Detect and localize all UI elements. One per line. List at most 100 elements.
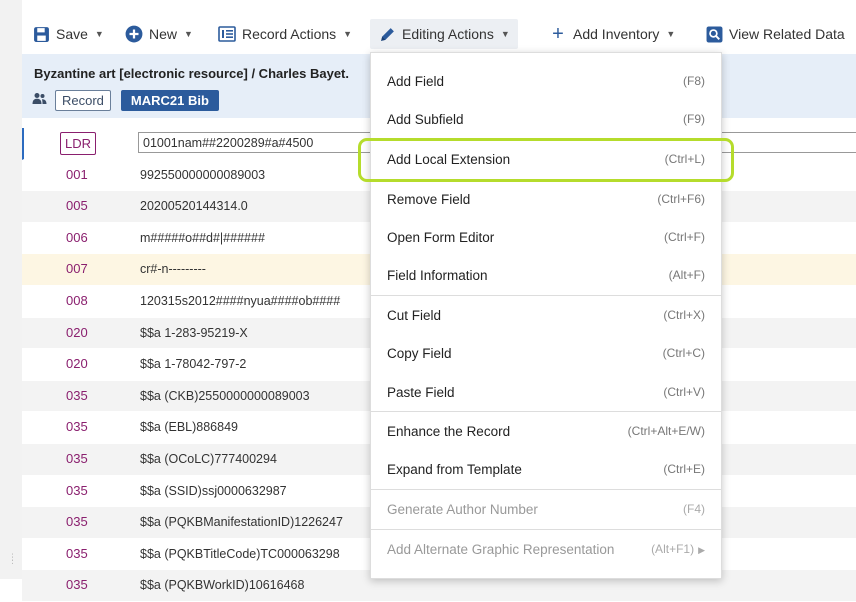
menu-item-label: Field Information <box>387 267 488 283</box>
record-list-icon <box>218 25 236 43</box>
field-value: 120315s2012####nyua####ob#### <box>140 293 341 308</box>
field-tag: 006 <box>66 229 88 245</box>
menu-item-shortcut: (Ctrl+V) <box>663 385 705 399</box>
menu-item-label: Copy Field <box>387 345 452 361</box>
plus-circle-icon <box>125 25 143 43</box>
menu-item-shortcut: (Alt+F1) <box>651 542 695 556</box>
view-related-data-label: View Related Data <box>729 26 845 42</box>
field-tag: 035 <box>66 419 88 435</box>
menu-item-label: Expand from Template <box>387 461 522 477</box>
editing-actions-button[interactable]: Editing Actions ▼ <box>370 19 518 49</box>
save-label: Save <box>56 26 88 42</box>
format-badge: MARC21 Bib <box>120 90 219 111</box>
menu-item-shortcut: (F8) <box>683 74 705 88</box>
menu-item-shortcut: (Ctrl+F6) <box>657 192 705 206</box>
field-value: $$a (CKB)2550000000089003 <box>140 388 310 403</box>
chevron-down-icon: ▼ <box>343 29 353 39</box>
field-value: 20200520144314.0 <box>140 199 248 214</box>
menu-item-label: Add Subfield <box>387 111 464 127</box>
menu-item-add-subfield[interactable]: Add Subfield (F9) <box>371 100 721 138</box>
record-badges: Record MARC21 Bib <box>32 90 219 111</box>
search-icon <box>705 25 723 43</box>
field-tag: 035 <box>66 577 88 593</box>
field-tag: 005 <box>66 198 88 214</box>
new-label: New <box>149 26 178 42</box>
field-tag: 035 <box>66 545 88 561</box>
menu-item-field-information[interactable]: Field Information (Alt+F) <box>371 256 721 294</box>
field-tag-input[interactable]: LDR <box>60 132 96 155</box>
menu-item-shortcut: (Ctrl+F) <box>664 230 705 244</box>
menu-item-shortcut: (Ctrl+L) <box>664 152 705 166</box>
menu-item-copy-field[interactable]: Copy Field (Ctrl+C) <box>371 334 721 372</box>
menu-item-label: Paste Field <box>387 384 455 400</box>
field-tag: 035 <box>66 387 88 403</box>
field-tag: 008 <box>66 292 88 308</box>
menu-item-shortcut: (Ctrl+C) <box>662 346 705 360</box>
field-value: $$a (EBL)886849 <box>140 420 238 435</box>
field-value: m#####o##d#|###### <box>140 230 265 245</box>
editing-actions-label: Editing Actions <box>402 26 494 42</box>
field-tag: 007 <box>66 261 88 277</box>
menu-item-remove-field[interactable]: Remove Field (Ctrl+F6) <box>371 180 721 218</box>
menu-item-shortcut: (Ctrl+X) <box>663 308 705 322</box>
field-value: $$a 1-78042-797-2 <box>140 357 247 372</box>
field-value: $$a (PQKBTitleCode)TC000063298 <box>140 546 340 561</box>
menu-item-open-form-editor[interactable]: Open Form Editor (Ctrl+F) <box>371 218 721 256</box>
view-related-data-button[interactable]: View Related Data <box>705 21 845 47</box>
field-value: cr#-n--------- <box>140 262 206 277</box>
left-gutter: ⋮ ⋮ <box>0 0 22 579</box>
pencil-icon <box>378 25 396 43</box>
field-tag: 020 <box>66 356 88 372</box>
save-icon <box>32 25 50 43</box>
menu-item-shortcut: (Ctrl+Alt+E/W) <box>627 424 705 438</box>
record-actions-button[interactable]: Record Actions ▼ <box>218 21 352 47</box>
chevron-down-icon: ▼ <box>666 29 676 39</box>
menu-item-add-local-extension[interactable]: Add Local Extension (Ctrl+L) <box>371 140 721 178</box>
field-value: $$a 1-283-95219-X <box>140 325 248 340</box>
menu-item-shortcut: (Ctrl+E) <box>663 462 705 476</box>
resize-grip-icon[interactable]: ⋮ ⋮ <box>8 553 17 565</box>
editing-actions-menu: Add Field (F8) Add Subfield (F9) Add Loc… <box>370 52 722 579</box>
editor-toolbar: Save ▼ New ▼ Record Actions ▼ Editing Ac… <box>22 14 856 54</box>
users-icon <box>32 92 47 110</box>
chevron-down-icon: ▼ <box>94 29 104 39</box>
field-value: $$a (PQKBManifestationID)1226247 <box>140 515 343 530</box>
add-inventory-label: Add Inventory <box>573 26 660 42</box>
menu-item-label: Cut Field <box>387 307 442 323</box>
field-tag: 035 <box>66 514 88 530</box>
record-actions-label: Record Actions <box>242 26 337 42</box>
record-title: Byzantine art [electronic resource] / Ch… <box>34 66 350 81</box>
field-tag: 035 <box>66 450 88 466</box>
menu-item-cut-field[interactable]: Cut Field (Ctrl+X) <box>371 296 721 334</box>
menu-item-label: Add Field <box>387 73 445 89</box>
chevron-down-icon: ▼ <box>184 29 193 39</box>
menu-item-paste-field[interactable]: Paste Field (Ctrl+V) <box>371 373 721 411</box>
menu-item-label: Add Local Extension <box>387 151 511 167</box>
add-inventory-button[interactable]: + Add Inventory ▼ <box>549 21 675 47</box>
save-button[interactable]: Save ▼ <box>32 21 104 47</box>
menu-item-shortcut: (F9) <box>683 112 705 126</box>
field-value: $$a (SSID)ssj0000632987 <box>140 483 287 498</box>
field-tag: 001 <box>66 166 88 182</box>
field-tag: 020 <box>66 324 88 340</box>
menu-item-enhance-record[interactable]: Enhance the Record (Ctrl+Alt+E/W) <box>371 412 721 450</box>
menu-item-generate-author-number: Generate Author Number (F4) <box>371 490 721 528</box>
menu-item-add-alternate-graphic: Add Alternate Graphic Representation (Al… <box>371 530 721 568</box>
menu-item-add-field[interactable]: Add Field (F8) <box>371 62 721 100</box>
menu-item-label: Enhance the Record <box>387 423 511 439</box>
menu-item-label: Add Alternate Graphic Representation <box>387 541 615 557</box>
menu-item-label: Generate Author Number <box>387 501 538 517</box>
menu-item-expand-from-template[interactable]: Expand from Template (Ctrl+E) <box>371 450 721 488</box>
chevron-down-icon: ▼ <box>500 29 510 39</box>
menu-item-label: Open Form Editor <box>387 229 495 245</box>
chevron-right-icon: ▶ <box>698 545 705 555</box>
field-value: $$a (OCoLC)777400294 <box>140 451 277 466</box>
field-tag: 035 <box>66 482 88 498</box>
new-button[interactable]: New ▼ <box>125 21 193 47</box>
menu-item-label: Remove Field <box>387 191 471 207</box>
plus-icon: + <box>552 22 564 45</box>
menu-item-shortcut: (Alt+F) <box>668 268 705 282</box>
menu-item-shortcut-wrap: (Alt+F1) ▶ <box>651 542 705 556</box>
field-value: $$a (PQKBWorkID)10616468 <box>140 578 305 593</box>
record-badge: Record <box>55 90 111 111</box>
